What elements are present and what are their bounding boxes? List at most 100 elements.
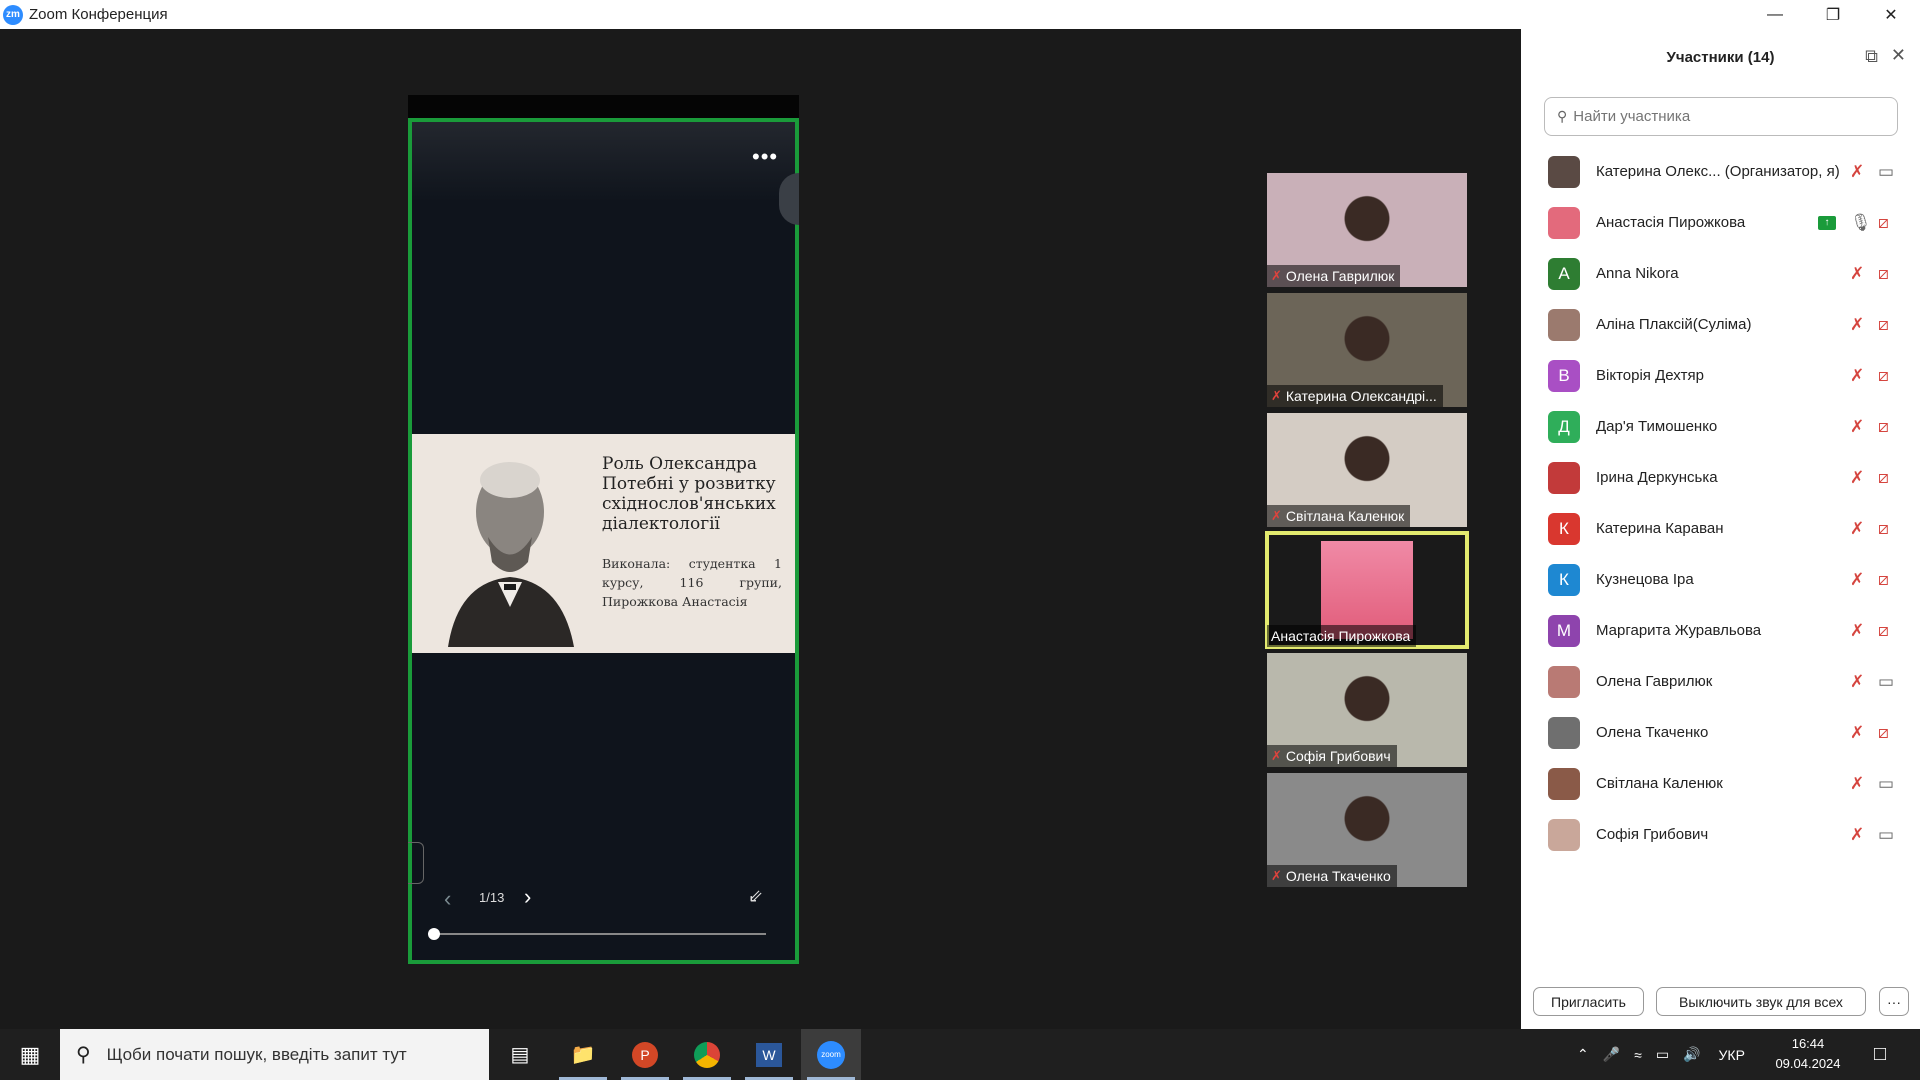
participant-row[interactable]: В Вікторія Дехтяр ✗ ⧄ xyxy=(1521,350,1920,401)
mic-muted-icon[interactable]: ✗ xyxy=(1850,264,1864,284)
mic-muted-icon[interactable]: ✗ xyxy=(1850,723,1864,743)
window-title: Zoom Конференция xyxy=(29,6,168,23)
participant-row[interactable]: Д Дар'я Тимошенко ✗ ⧄ xyxy=(1521,401,1920,452)
camera-off-icon[interactable]: ⧄ xyxy=(1878,213,1889,233)
close-icon[interactable]: ✕ xyxy=(1862,0,1920,29)
zoom-icon[interactable]: zoom xyxy=(801,1029,861,1080)
video-tile[interactable]: ✗ Олена Ткаченко xyxy=(1267,773,1467,887)
portrait-image xyxy=(428,442,588,647)
participant-name: Вікторія Дехтяр xyxy=(1596,367,1704,384)
video-tile[interactable]: ✗ Катерина Олександрі... xyxy=(1267,293,1467,407)
volume-icon[interactable]: 🔊 xyxy=(1683,1046,1700,1063)
participant-name: Маргарита Журавльова xyxy=(1596,622,1762,639)
camera-off-icon[interactable]: ⧄ xyxy=(1878,417,1889,437)
camera-off-icon[interactable]: ⧄ xyxy=(1878,570,1889,590)
participant-row[interactable]: Анастасія Пирожкова ↑ 🎙 ⧄ xyxy=(1521,197,1920,248)
mic-muted-icon[interactable]: ✗ xyxy=(1850,774,1864,794)
participant-row[interactable]: Олена Ткаченко ✗ ⧄ xyxy=(1521,707,1920,758)
meeting-stage: ••• Роль Олександра Потебні у розвитку с… xyxy=(0,29,1521,1029)
participant-row[interactable]: Олена Гаврилюк ✗ ▭ xyxy=(1521,656,1920,707)
powerpoint-icon[interactable]: P xyxy=(615,1029,675,1080)
avatar xyxy=(1548,767,1580,800)
clock[interactable]: 16:44 09.04.2024 xyxy=(1768,1034,1848,1074)
word-icon[interactable]: W xyxy=(739,1029,799,1080)
avatar: Д xyxy=(1548,410,1580,443)
camera-off-icon[interactable]: ⧄ xyxy=(1878,366,1889,386)
floating-control-edge[interactable] xyxy=(779,173,799,225)
video-tile[interactable]: ✗ Олена Гаврилюк xyxy=(1267,173,1467,287)
language-indicator[interactable]: УКР xyxy=(1719,1047,1745,1063)
camera-off-icon[interactable]: ⧄ xyxy=(1878,621,1889,641)
slide-progress-handle[interactable] xyxy=(428,928,440,940)
task-view-icon[interactable]: ▤ xyxy=(490,1029,550,1080)
notifications-icon[interactable]: □ xyxy=(1850,1029,1910,1080)
file-explorer-icon[interactable]: 📁 xyxy=(553,1029,613,1080)
participant-row[interactable]: Катерина Олекс... (Организатор, я) ✗ ▭ xyxy=(1521,146,1920,197)
mic-muted-icon[interactable]: ✗ xyxy=(1850,519,1864,539)
camera-off-icon[interactable]: ⧄ xyxy=(1878,468,1889,488)
popout-icon[interactable]: ⧉ xyxy=(1865,46,1878,67)
panel-title: Участники (14) xyxy=(1666,49,1775,66)
mic-muted-icon[interactable]: ✗ xyxy=(1850,366,1864,386)
slide-progress-track[interactable] xyxy=(428,928,766,940)
mute-all-button[interactable]: Выключить звук для всех xyxy=(1656,987,1866,1016)
video-tile-name: Олена Ткаченко xyxy=(1285,868,1391,884)
mic-muted-icon: ✗ xyxy=(1271,748,1282,763)
more-button[interactable]: ··· xyxy=(1879,987,1909,1016)
side-panel-toggle[interactable] xyxy=(408,842,424,884)
camera-off-icon[interactable]: ⧄ xyxy=(1878,315,1889,335)
windows-start-icon[interactable]: ▦ xyxy=(0,1029,60,1080)
participant-row[interactable]: Ірина Деркунська ✗ ⧄ xyxy=(1521,452,1920,503)
video-tile[interactable]: Анастасія Пирожкова xyxy=(1265,531,1469,649)
camera-icon[interactable]: ▭ xyxy=(1878,672,1894,692)
collapse-icon[interactable]: ⇙ xyxy=(748,886,763,907)
microphone-icon[interactable]: 🎤 xyxy=(1603,1046,1620,1063)
network-icon[interactable]: ≈ xyxy=(1634,1047,1642,1063)
mic-muted-icon[interactable]: ✗ xyxy=(1850,162,1864,182)
invite-button[interactable]: Пригласить xyxy=(1533,987,1644,1016)
title-bar: zm Zoom Конференция — ❐ ✕ xyxy=(0,0,1920,29)
camera-icon[interactable]: ▭ xyxy=(1878,162,1894,182)
battery-icon[interactable]: ▭ xyxy=(1656,1046,1669,1063)
microphone-icon[interactable]: 🎙 xyxy=(1850,213,1872,233)
taskbar-search[interactable]: ⚲ Щоби почати пошук, введіть запит тут xyxy=(60,1029,489,1080)
chrome-icon[interactable] xyxy=(677,1029,737,1080)
next-slide-icon[interactable]: › xyxy=(524,884,531,910)
participant-row[interactable]: К Кузнецова Іра ✗ ⧄ xyxy=(1521,554,1920,605)
mic-muted-icon[interactable]: ✗ xyxy=(1850,468,1864,488)
participant-row[interactable]: К Катерина Караван ✗ ⧄ xyxy=(1521,503,1920,554)
chevron-up-icon[interactable]: ⌃ xyxy=(1577,1046,1589,1063)
participant-search-input[interactable] xyxy=(1573,108,1874,125)
mic-muted-icon[interactable]: ✗ xyxy=(1850,315,1864,335)
participant-row[interactable]: М Маргарита Журавльова ✗ ⧄ xyxy=(1521,605,1920,656)
participant-name: Кузнецова Іра xyxy=(1596,571,1694,588)
shared-screen[interactable]: ••• Роль Олександра Потебні у розвитку с… xyxy=(408,118,799,964)
camera-off-icon[interactable]: ⧄ xyxy=(1878,519,1889,539)
participant-row[interactable]: A Anna Nikora ✗ ⧄ xyxy=(1521,248,1920,299)
camera-icon[interactable]: ▭ xyxy=(1878,774,1894,794)
participant-search[interactable]: ⚲ xyxy=(1544,97,1898,136)
participant-row[interactable]: Софія Грибович ✗ ▭ xyxy=(1521,809,1920,860)
video-tile[interactable]: ✗ Світлана Каленюк xyxy=(1267,413,1467,527)
camera-off-icon[interactable]: ⧄ xyxy=(1878,264,1889,284)
mic-muted-icon[interactable]: ✗ xyxy=(1850,672,1864,692)
previous-slide-icon[interactable]: ‹ xyxy=(444,886,451,912)
mic-muted-icon[interactable]: ✗ xyxy=(1850,621,1864,641)
video-tile[interactable]: ✗ Софія Грибович xyxy=(1267,653,1467,767)
participant-row[interactable]: Аліна Плаксій(Суліма) ✗ ⧄ xyxy=(1521,299,1920,350)
mic-muted-icon[interactable]: ✗ xyxy=(1850,417,1864,437)
restore-icon[interactable]: ❐ xyxy=(1804,0,1862,29)
mic-muted-icon: ✗ xyxy=(1271,388,1282,403)
camera-icon[interactable]: ▭ xyxy=(1878,825,1894,845)
mic-muted-icon[interactable]: ✗ xyxy=(1850,825,1864,845)
mic-muted-icon[interactable]: ✗ xyxy=(1850,570,1864,590)
participant-row[interactable]: Світлана Каленюк ✗ ▭ xyxy=(1521,758,1920,809)
video-tile-name: Софія Грибович xyxy=(1285,748,1391,764)
more-options-icon[interactable]: ••• xyxy=(752,144,778,170)
presentation-slide: Роль Олександра Потебні у розвитку східн… xyxy=(412,434,795,653)
camera-off-icon[interactable]: ⧄ xyxy=(1878,723,1889,743)
participant-name: Дар'я Тимошенко xyxy=(1596,418,1718,435)
panel-close-icon[interactable]: ✕ xyxy=(1891,45,1906,66)
minimize-icon[interactable]: — xyxy=(1746,0,1804,29)
share-top-bar xyxy=(408,95,799,120)
